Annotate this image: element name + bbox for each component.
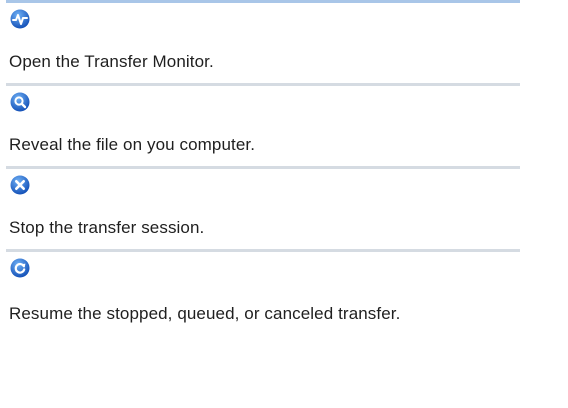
- stop-icon: [10, 175, 30, 195]
- magnifier-icon: [10, 92, 30, 112]
- resume-icon: [10, 258, 30, 278]
- legend-description: Reveal the file on you computer.: [9, 135, 256, 154]
- legend-description: Resume the stopped, queued, or canceled …: [9, 304, 401, 323]
- legend-row-resume-transfer: Resume the stopped, queued, or canceled …: [6, 252, 520, 337]
- legend-row-stop-transfer: Stop the transfer session.: [6, 169, 520, 252]
- legend-description: Stop the transfer session.: [9, 218, 205, 237]
- icon-cell: [6, 86, 520, 118]
- icon-cell: [6, 169, 520, 201]
- legend-row-transfer-monitor: Open the Transfer Monitor.: [6, 3, 520, 86]
- transfer-monitor-icon: [10, 9, 30, 29]
- icon-cell: [6, 3, 520, 35]
- icon-legend-table: Open the Transfer Monitor. Reveal the fi…: [6, 3, 520, 337]
- icon-cell: [6, 252, 520, 284]
- legend-row-reveal-file: Reveal the file on you computer.: [6, 86, 520, 169]
- legend-description: Open the Transfer Monitor.: [9, 52, 214, 71]
